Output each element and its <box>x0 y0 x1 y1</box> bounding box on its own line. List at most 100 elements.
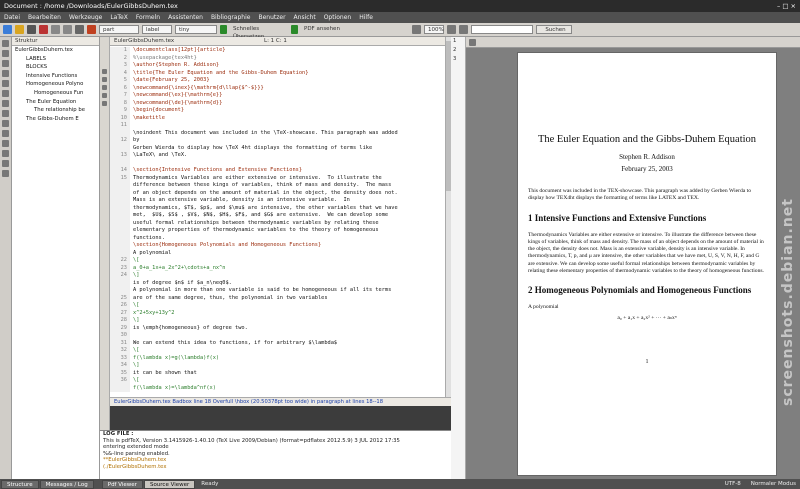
code-line[interactable]: \noindent This document was included in … <box>133 130 443 138</box>
tikz-icon[interactable] <box>2 140 9 147</box>
menu-item[interactable]: Assistenten <box>168 12 203 23</box>
code-line[interactable]: \date{February 25, 2003} <box>133 77 443 85</box>
code-line[interactable]: \[ <box>133 302 443 310</box>
code-line[interactable]: difference between these kings of variab… <box>133 182 443 190</box>
save-icon[interactable] <box>27 25 36 34</box>
code-line[interactable]: \[ <box>133 377 443 385</box>
code-line[interactable]: A polynomial <box>133 250 443 258</box>
code-line[interactable]: \newcommand{\inex}{\mathrm{d\llap{$^-$}}… <box>133 85 443 93</box>
play-icon[interactable] <box>291 25 298 34</box>
structure-item[interactable]: Homogeneous Fun <box>12 89 99 98</box>
code-line[interactable]: useful formal relationships between ther… <box>133 220 443 228</box>
menu-item[interactable]: LaTeX <box>110 12 127 23</box>
structure-item[interactable]: Homogeneous Polyno <box>12 80 99 89</box>
code-lines[interactable]: \documentclass[12pt]{article} %\usepackag… <box>133 47 443 392</box>
code-line[interactable]: \maketitle <box>133 115 443 123</box>
code-line[interactable]: functions. <box>133 235 443 243</box>
tab-pdf-viewer[interactable]: Pdf Viewer <box>101 479 143 489</box>
menu-item[interactable]: Datei <box>4 12 20 23</box>
code-line[interactable]: \author{Stephen R. Addison} <box>133 62 443 70</box>
code-line[interactable]: \documentclass[12pt]{article} <box>133 47 443 55</box>
grid-icon[interactable] <box>469 38 476 46</box>
user-icon[interactable] <box>2 160 9 167</box>
tab-structure[interactable]: Structure <box>1 479 39 489</box>
foreign-icon[interactable] <box>2 110 9 117</box>
code-line[interactable]: \] <box>133 317 443 325</box>
menu-item[interactable]: Optionen <box>324 12 352 23</box>
code-line[interactable]: Thermodynamics Variables are either exte… <box>133 175 443 183</box>
code-line[interactable]: Gerben Wierda to display how \TeX 4ht di… <box>133 145 443 153</box>
structure-icon[interactable] <box>2 40 9 47</box>
structure-item[interactable]: The Euler Equation <box>12 98 99 107</box>
page-index[interactable]: 2 <box>451 46 465 55</box>
zoom-combo[interactable]: 100% <box>424 25 444 34</box>
structure-item[interactable]: BLOCKS <box>12 63 99 72</box>
quick-build-button[interactable]: Schnelles Übersetzen <box>230 25 288 40</box>
code-line[interactable]: \[ <box>133 257 443 265</box>
code-line[interactable]: f(\lambda x)=\lambda^nf(x) <box>133 385 443 393</box>
pdf-preview[interactable]: The Euler Equation and the Gibbs-Duhem E… <box>466 48 800 479</box>
relation-icon[interactable] <box>2 50 9 57</box>
code-line[interactable]: \title{The Euler Equation and the Gibbs-… <box>133 70 443 78</box>
code-line[interactable]: of an object depends on the amount of ma… <box>133 190 443 198</box>
code-line[interactable]: elementary properties of thermodynamic v… <box>133 227 443 235</box>
arrow-icon[interactable] <box>2 60 9 67</box>
code-area[interactable]: 1 2 3 4 5 6 7 8 9 10 11 12 13 14 15 22 23 24 25 26 27 28 29 30 3… <box>110 47 445 407</box>
pstricks-icon[interactable] <box>2 130 9 137</box>
page-index[interactable]: 3 <box>451 55 465 64</box>
cyrillic-icon[interactable] <box>2 100 9 107</box>
code-line[interactable] <box>133 332 443 340</box>
zoom-out-icon[interactable] <box>459 25 468 34</box>
code-line[interactable]: \] <box>133 272 443 280</box>
zoom-in-icon[interactable] <box>447 25 456 34</box>
menu-item[interactable]: Ansicht <box>294 12 316 23</box>
code-line[interactable]: \LaTeX\ and \TeX. <box>133 152 443 160</box>
tab-messages-log[interactable]: Messages / Log <box>39 479 94 489</box>
bookmark-icon[interactable] <box>102 69 107 74</box>
code-line[interactable]: is \emph{homogeneous} of degree two. <box>133 325 443 333</box>
bookmark-icon[interactable] <box>102 93 107 98</box>
code-line[interactable]: \] <box>133 362 443 370</box>
cut-icon[interactable] <box>87 25 96 34</box>
close-icon[interactable] <box>39 25 48 34</box>
code-line[interactable]: \[ <box>133 347 443 355</box>
code-line[interactable]: f(\lambda x)=g(\lambda)f(x) <box>133 355 443 363</box>
code-line[interactable]: A polynomial in more than one variable i… <box>133 287 443 295</box>
bookmark-icon[interactable] <box>102 101 107 106</box>
code-line[interactable]: Mass is an extensive variable, density i… <box>133 197 443 205</box>
misc-symbol-icon[interactable] <box>2 70 9 77</box>
delimiter-icon[interactable] <box>2 80 9 87</box>
code-line[interactable]: \newcommand{\de}{\mathrm{d}} <box>133 100 443 108</box>
code-line[interactable]: is of degree $n$ if $a_n\neq0$. <box>133 280 443 288</box>
menu-item[interactable]: Bibliographie <box>211 12 251 23</box>
search-button[interactable]: Suchen <box>536 25 572 34</box>
code-line[interactable]: x^2+5xy+13y^2 <box>133 310 443 318</box>
code-line[interactable]: met, $U$, $S$ , $V$, $N$, $H$, $F$, and … <box>133 212 443 220</box>
grid-icon[interactable] <box>400 25 409 34</box>
greek-icon[interactable] <box>2 90 9 97</box>
metapost-icon[interactable] <box>2 120 9 127</box>
code-line[interactable]: \section{Intensive Functions and Extensi… <box>133 167 443 175</box>
asymptote-icon[interactable] <box>2 150 9 157</box>
code-line[interactable]: We can extend this idea to functions, if… <box>133 340 443 348</box>
code-line[interactable] <box>133 122 443 130</box>
code-line[interactable]: it can be shown that <box>133 370 443 378</box>
code-line[interactable]: \begin{document} <box>133 107 443 115</box>
source-editor[interactable]: EulerGibbsDuhem.tex L: 1 C: 1 1234567891… <box>110 37 445 397</box>
editor-tab[interactable]: EulerGibbsDuhem.tex <box>114 37 264 45</box>
new-file-icon[interactable] <box>3 25 12 34</box>
menu-item[interactable]: Hilfe <box>359 12 373 23</box>
page-icon[interactable] <box>412 25 421 34</box>
redo-icon[interactable] <box>63 25 72 34</box>
structure-item[interactable]: The relationship be <box>12 106 99 115</box>
favorites-icon[interactable] <box>2 170 9 177</box>
badbox-message[interactable]: EulerGibbsDuhem.tex Badbox line 18 Overf… <box>110 397 451 406</box>
code-line[interactable]: %\usepackage{tex4ht} <box>133 55 443 63</box>
code-line[interactable]: thermodynamics, $T$, $p$, and $\mu$ are … <box>133 205 443 213</box>
menu-item[interactable]: Werkzeuge <box>69 12 102 23</box>
structure-item[interactable]: EulerGibbsDuhem.tex <box>12 46 99 55</box>
menu-item[interactable]: Benutzer <box>258 12 285 23</box>
structure-item[interactable]: Intensive Functions <box>12 72 99 81</box>
size-combo[interactable]: tiny <box>175 25 217 34</box>
code-line[interactable]: by <box>133 137 443 145</box>
